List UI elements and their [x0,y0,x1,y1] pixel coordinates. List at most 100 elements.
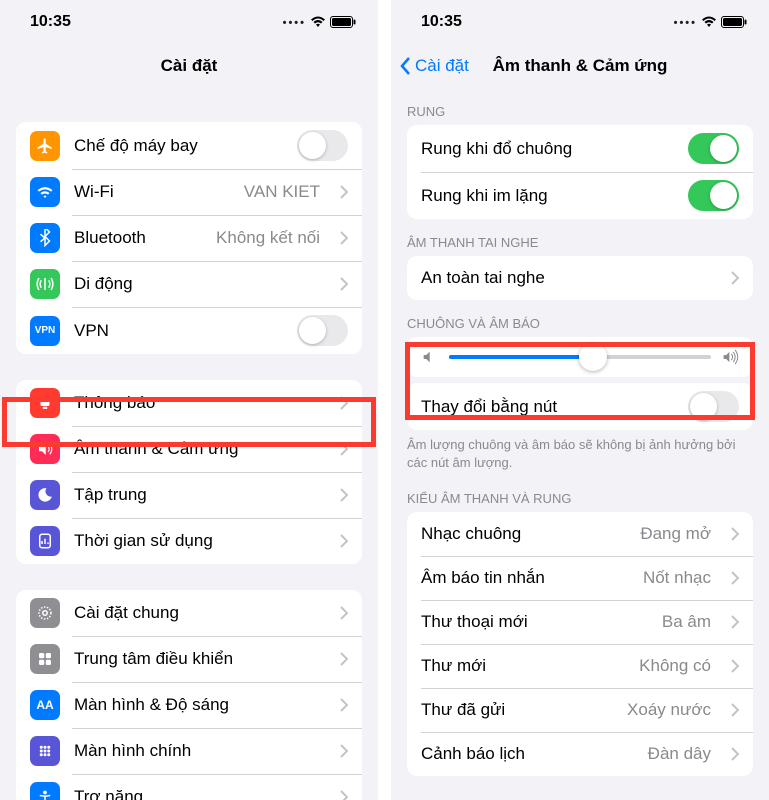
settings-group-notifications: Thông báo Âm thanh & Cảm ứng Tập trung T… [16,380,362,564]
chevron-right-icon [340,185,348,199]
chevron-right-icon [731,527,739,541]
group-vibrate: Rung khi đổ chuông Rung khi im lặng [407,125,753,219]
row-controlcenter[interactable]: Trung tâm điều khiển [16,636,362,682]
row-wifi[interactable]: Wi-Fi VAN KIET [16,169,362,215]
row-label: Âm báo tin nhắn [421,568,629,588]
row-label: Tập trung [74,485,320,505]
vibrate-ring-toggle[interactable] [688,133,739,164]
row-label: Âm thanh & Cảm ứng [74,439,320,459]
status-time: 10:35 [30,13,71,31]
row-cellular[interactable]: Di động [16,261,362,307]
row-label: Màn hình & Độ sáng [74,695,320,715]
display-icon: AA [30,690,60,720]
row-vpn[interactable]: VPN VPN [16,307,362,354]
row-value: Đàn dây [648,744,711,764]
chevron-right-icon [731,571,739,585]
row-label: Thông báo [74,393,320,413]
row-voicemail[interactable]: Thư thoại mới Ba âm [407,600,753,644]
volume-low-icon [421,349,439,365]
row-label: VPN [74,321,283,341]
status-icons [674,13,747,31]
chevron-right-icon [340,534,348,548]
airplane-toggle[interactable] [297,130,348,161]
chevron-right-icon [340,277,348,291]
row-bluetooth[interactable]: Bluetooth Không kết nối [16,215,362,261]
row-text-tone[interactable]: Âm báo tin nhắn Nốt nhạc [407,556,753,600]
controlcenter-icon [30,644,60,674]
vpn-icon: VPN [30,316,60,346]
wifi-icon [701,16,717,28]
row-vibrate-ring[interactable]: Rung khi đổ chuông [407,125,753,172]
page-title: Âm thanh & Cảm ứng [493,56,668,76]
section-header-headphone: ÂM THANH TAI NGHE [391,219,769,256]
volume-slider[interactable] [449,355,711,359]
battery-icon [330,16,356,28]
row-label: Trợ năng [74,787,320,800]
row-change-with-buttons[interactable]: Thay đổi bằng nút [407,383,753,430]
row-sent-mail[interactable]: Thư đã gửi Xoáy nước [407,688,753,732]
settings-group-connectivity: Chế độ máy bay Wi-Fi VAN KIET Bluetooth … [16,122,362,354]
row-notifications[interactable]: Thông báo [16,380,362,426]
row-ringtone[interactable]: Nhạc chuông Đang mở [407,512,753,556]
row-value: Không có [639,656,711,676]
change-with-buttons-toggle[interactable] [688,391,739,422]
wifi-icon [30,177,60,207]
row-calendar-alert[interactable]: Cảnh báo lịch Đàn dây [407,732,753,776]
back-label: Cài đặt [415,56,469,76]
row-label: An toàn tai nghe [421,268,711,288]
focus-icon [30,480,60,510]
row-label: Thư đã gửi [421,700,613,720]
nav-bar: Cài đặt [0,44,378,88]
chevron-right-icon [731,615,739,629]
group-change-with-buttons: Thay đổi bằng nút [407,383,753,430]
section-header-ringer: CHUÔNG VÀ ÂM BÁO [391,300,769,337]
group-headphone: An toàn tai nghe [407,256,753,300]
row-label: Cảnh báo lịch [421,744,634,764]
chevron-right-icon [340,790,348,800]
row-mail[interactable]: Thư mới Không có [407,644,753,688]
airplane-icon [30,131,60,161]
notifications-icon [30,388,60,418]
wifi-icon [310,16,326,28]
section-header-vibrate: RUNG [391,88,769,125]
row-homescreen[interactable]: Màn hình chính [16,728,362,774]
row-value: Xoáy nước [627,700,711,720]
row-value: Nốt nhạc [643,568,711,588]
sounds-screen: 10:35 Cài đặt Âm thanh & Cảm ứng RUNG Ru… [391,0,769,800]
row-label: Thư thoại mới [421,612,648,632]
row-sounds[interactable]: Âm thanh & Cảm ứng [16,426,362,472]
bluetooth-icon [30,223,60,253]
row-accessibility[interactable]: Trợ năng [16,774,362,800]
row-label: Màn hình chính [74,741,320,761]
row-vibrate-silent[interactable]: Rung khi im lặng [407,172,753,219]
row-headphone-safety[interactable]: An toàn tai nghe [407,256,753,300]
row-label: Cài đặt chung [74,603,320,623]
accessibility-icon [30,782,60,800]
back-button[interactable]: Cài đặt [399,56,469,76]
row-focus[interactable]: Tập trung [16,472,362,518]
row-general[interactable]: Cài đặt chung [16,590,362,636]
row-label: Thời gian sử dụng [74,531,320,551]
row-display[interactable]: AA Màn hình & Độ sáng [16,682,362,728]
group-ringer [407,337,753,377]
row-label: Nhạc chuông [421,524,626,544]
row-label: Chế độ máy bay [74,136,283,156]
screentime-icon [30,526,60,556]
settings-screen: 10:35 Cài đặt Chế độ máy bay Wi-Fi VAN K… [0,0,378,800]
signal-icon [283,13,306,31]
chevron-right-icon [340,442,348,456]
row-screentime[interactable]: Thời gian sử dụng [16,518,362,564]
chevron-right-icon [731,703,739,717]
row-airplane[interactable]: Chế độ máy bay [16,122,362,169]
row-label: Trung tâm điều khiển [74,649,320,669]
row-value: Ba âm [662,612,711,632]
status-bar: 10:35 [391,0,769,44]
vibrate-silent-toggle[interactable] [688,180,739,211]
row-label: Di động [74,274,320,294]
sounds-icon [30,434,60,464]
volume-high-icon [721,349,739,365]
chevron-right-icon [731,659,739,673]
chevron-right-icon [340,231,348,245]
vpn-toggle[interactable] [297,315,348,346]
chevron-right-icon [340,744,348,758]
